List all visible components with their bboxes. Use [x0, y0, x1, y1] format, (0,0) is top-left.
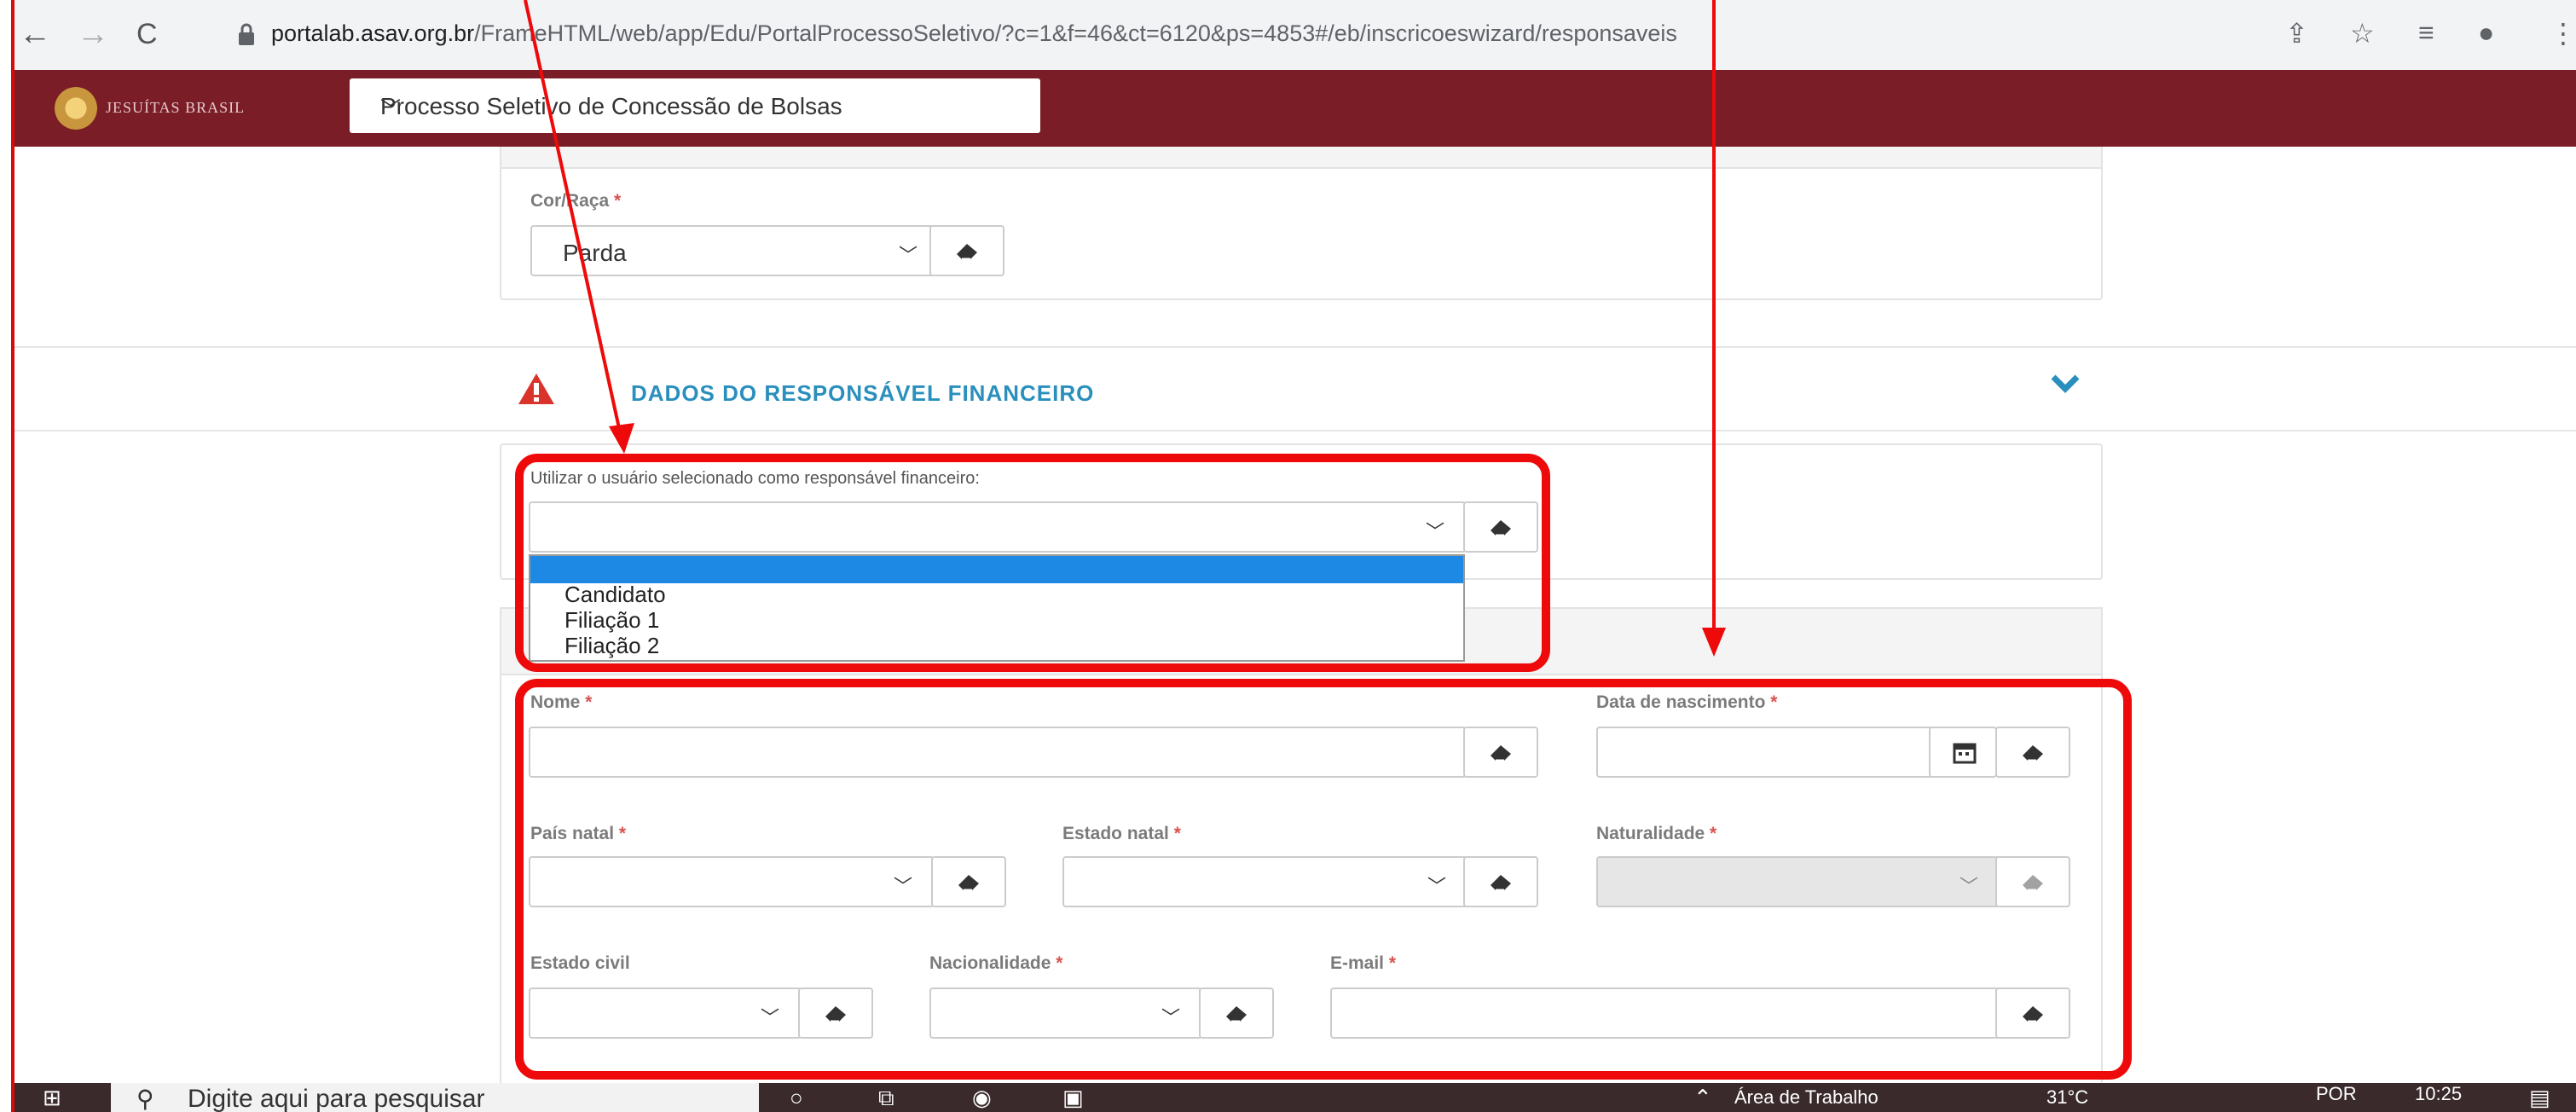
annotation-box-selector — [515, 454, 1550, 672]
notification-icon[interactable]: ▤ — [2529, 1085, 2550, 1111]
jesuitas-logo-icon — [55, 87, 97, 130]
cortana-icon[interactable]: ○ — [790, 1085, 803, 1111]
taskbar-search[interactable]: ⚲ Digite aqui para pesquisar — [111, 1083, 759, 1112]
clear-race-button[interactable] — [929, 225, 1004, 276]
process-select[interactable]: Processo Seletivo de Concessão de Bolsas… — [350, 78, 1040, 133]
desktop-label[interactable]: Área de Trabalho — [1734, 1086, 1878, 1109]
browser-toolbar: ← → C portalab.asav.org.br/FrameHTML/web… — [0, 0, 2576, 70]
brand-name: JESUÍTAS BRASIL — [106, 99, 246, 116]
eraser-icon — [957, 244, 977, 261]
app-icon[interactable]: ▣ — [1062, 1085, 1084, 1111]
section-title: DADOS DO RESPONSÁVEL FINANCEIRO — [631, 380, 1095, 406]
chevron-down-icon: ﹀ — [898, 245, 918, 266]
url-text[interactable]: portalab.asav.org.br/FrameHTML/web/app/E… — [271, 20, 1677, 47]
lock-icon — [239, 23, 254, 45]
chrome-icon[interactable]: ◉ — [972, 1085, 992, 1111]
reading-list-icon[interactable]: ≡ — [2418, 17, 2434, 49]
race-panel — [500, 147, 2103, 300]
share-icon[interactable]: ⇪ — [2285, 17, 2308, 49]
reload-icon[interactable]: C — [136, 14, 158, 55]
left-border — [0, 0, 14, 1112]
task-view-icon[interactable]: ⧉ — [878, 1085, 894, 1112]
language[interactable]: POR — [2316, 1083, 2357, 1105]
back-icon[interactable]: ← — [19, 14, 51, 55]
race-select[interactable]: Parda ﹀ — [530, 225, 940, 276]
chevron-down-icon: ﹀ — [380, 98, 401, 121]
race-panel-head — [500, 147, 2103, 169]
windows-start-icon[interactable]: ⊞ — [43, 1085, 61, 1111]
forward-icon[interactable]: → — [77, 14, 109, 55]
section-header[interactable] — [14, 346, 2576, 431]
chevron-up-icon[interactable]: ⌃ — [1693, 1085, 1712, 1111]
temperature: 31°C — [2046, 1086, 2089, 1108]
chevron-down-icon[interactable] — [2050, 374, 2081, 394]
annotation-box-form — [515, 679, 2132, 1080]
clock[interactable]: 10:25 — [2415, 1083, 2462, 1105]
taskbar-search-placeholder: Digite aqui para pesquisar — [188, 1085, 485, 1112]
race-label: Cor/Raça * — [530, 191, 622, 211]
race-select-value: Parda — [563, 240, 627, 266]
profile-icon[interactable]: ● — [2478, 17, 2494, 49]
star-icon[interactable]: ☆ — [2350, 17, 2375, 49]
windows-taskbar: ⊞ ⚲ Digite aqui para pesquisar ○ ⧉ ◉ ▣ ⌃… — [0, 1083, 2576, 1112]
menu-icon[interactable]: ⋮ — [2550, 17, 2576, 49]
warning-icon — [518, 374, 554, 404]
search-icon: ⚲ — [136, 1086, 154, 1112]
